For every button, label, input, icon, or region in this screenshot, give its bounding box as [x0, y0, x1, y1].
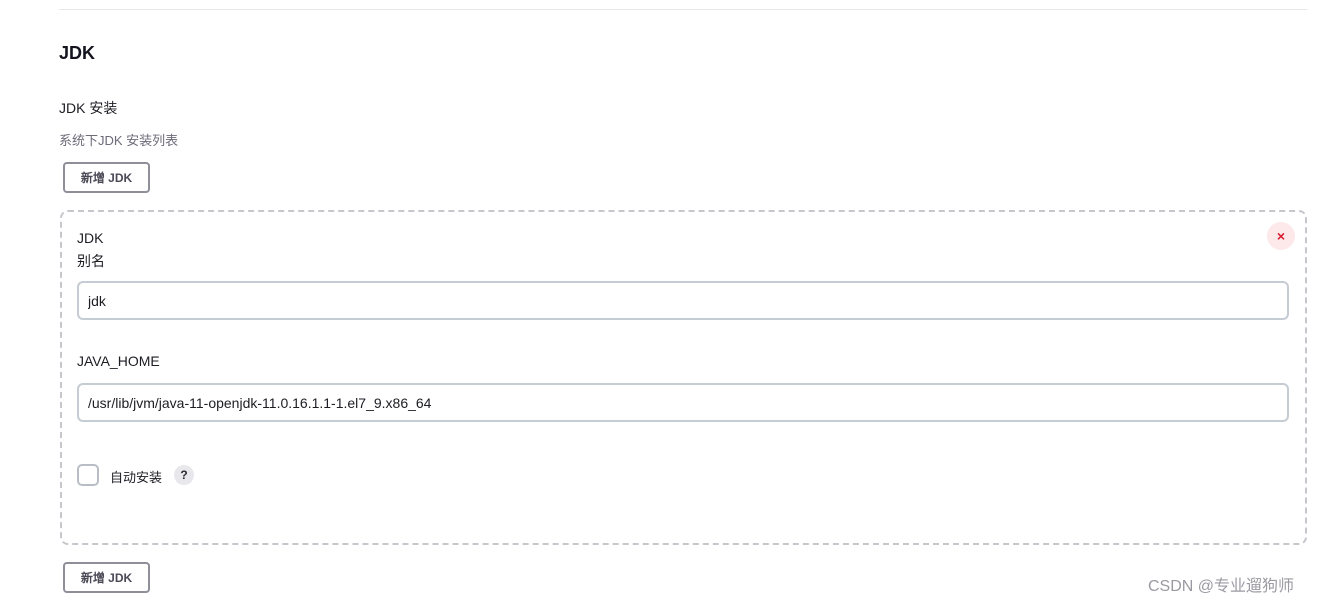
- auto-install-label: 自动安装: [110, 470, 163, 485]
- jdk-installations-description: 系统下JDK 安装列表: [59, 133, 179, 148]
- alias-label: 别名: [77, 253, 105, 269]
- watermark: CSDN @专业遛狗师: [1148, 578, 1295, 595]
- top-divider: [59, 9, 1307, 10]
- add-jdk-button-bottom[interactable]: 新增 JDK: [63, 562, 150, 593]
- help-icon[interactable]: ?: [174, 465, 194, 485]
- close-icon[interactable]: ×: [1267, 222, 1295, 250]
- java-home-label: JAVA_HOME: [77, 353, 160, 369]
- auto-install-checkbox[interactable]: [77, 464, 99, 486]
- jdk-installations-label: JDK 安装: [59, 100, 118, 116]
- jdk-installation-item: [60, 210, 1307, 545]
- section-title: JDK: [59, 43, 96, 63]
- jdk-item-heading: JDK: [77, 230, 104, 246]
- add-jdk-button-top[interactable]: 新增 JDK: [63, 162, 150, 193]
- alias-input[interactable]: [77, 281, 1289, 320]
- java-home-input[interactable]: [77, 383, 1289, 422]
